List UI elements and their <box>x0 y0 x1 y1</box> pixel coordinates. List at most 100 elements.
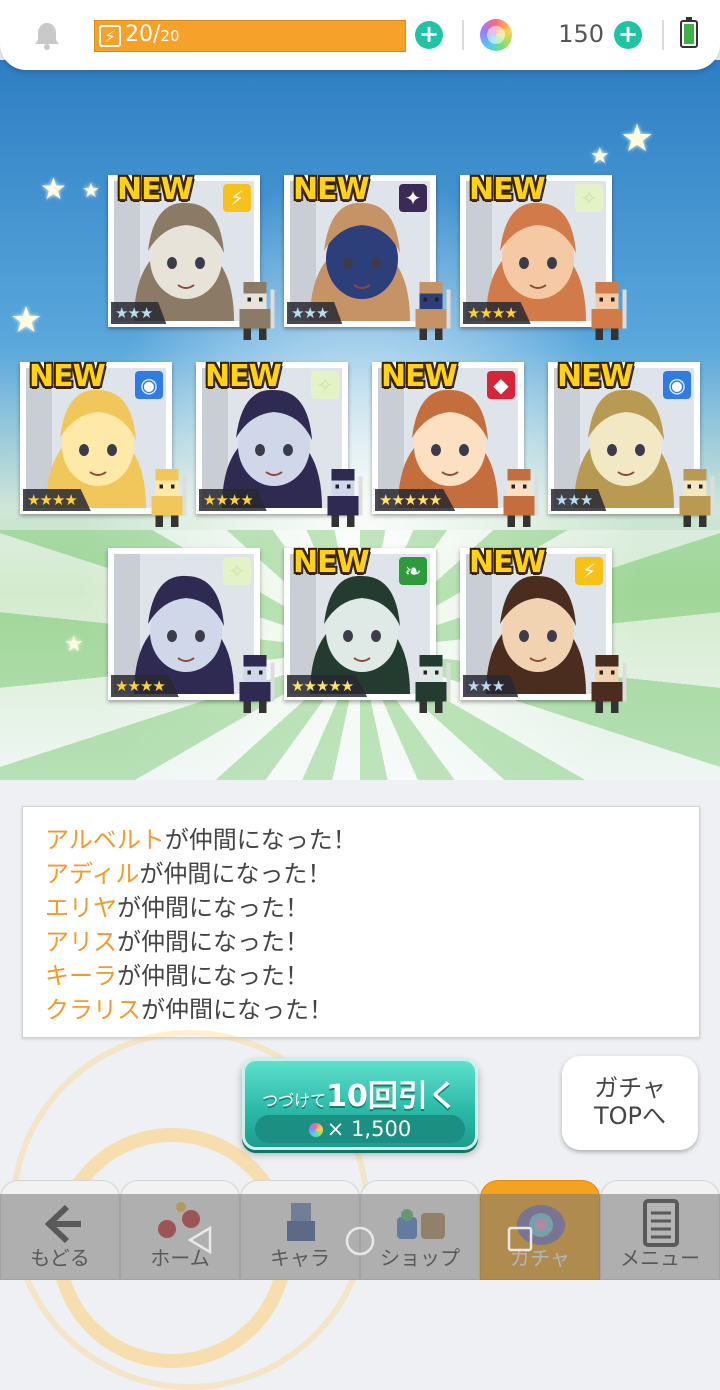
system-home-icon[interactable] <box>344 1225 376 1257</box>
gacha-result-stage: ★ ★ ★ ★ ★ ★ ⚡ ★★★ NEW ✦ ★★★ NEW ✧ ★★★★ N… <box>0 60 720 780</box>
result-message-box: アルベルトが仲間になった！ アディルが仲間になった！ エリヤが仲間になった！ アリスが… <box>22 806 700 1038</box>
add-stamina-button[interactable]: + <box>415 21 443 49</box>
pixel-sprite-icon <box>147 469 187 527</box>
message-text: が仲間になった！ <box>117 894 309 922</box>
character-name: エリヤ <box>45 894 117 922</box>
nav-tab-label: メニュー <box>620 1246 700 1270</box>
gacha-top-label-2: TOPへ <box>593 1102 667 1130</box>
rarity-stars: ★★★★ <box>111 675 179 697</box>
message-text: が仲間になった！ <box>117 928 309 956</box>
pull-10-again-button[interactable]: つづけて10回引く × 1,500 <box>242 1058 478 1150</box>
battery-icon <box>680 17 698 48</box>
rarity-stars: ★★★★★ <box>375 489 456 511</box>
attribute-icon: ✧ <box>575 184 603 212</box>
nav-tab-label: キャラ <box>270 1246 330 1270</box>
pixel-sprite-icon <box>411 282 451 340</box>
pixel-sprite-icon <box>323 469 363 527</box>
rarity-stars: ★★★★ <box>463 302 531 324</box>
sparkle-star: ★ <box>590 144 610 169</box>
nav-tab-label: ホーム <box>150 1246 210 1270</box>
nav-tab-back-arrow[interactable]: もどる <box>0 1180 120 1280</box>
nav-tab-shop[interactable]: ショップ <box>360 1180 480 1280</box>
attribute-icon: ⚡ <box>575 557 603 585</box>
attribute-icon: ❧ <box>399 557 427 585</box>
new-badge: NEW <box>205 359 282 394</box>
message-text: が仲間になった！ <box>164 826 357 854</box>
attribute-icon: ⚡ <box>223 184 251 212</box>
pixel-sprite-icon <box>587 282 627 340</box>
pixel-sprite-icon <box>235 282 275 340</box>
pixel-sprite-icon <box>499 469 539 527</box>
system-back-icon[interactable] <box>186 1225 214 1255</box>
recruit-message: キーラが仲間になった！ <box>45 959 689 993</box>
attribute-icon: ◉ <box>663 371 691 399</box>
character-card[interactable]: ◆ ★★★★★ NEW <box>372 359 539 527</box>
sparkle-star: ★ <box>82 178 100 202</box>
sparkle-star: ★ <box>620 116 655 160</box>
pixel-sprite-icon <box>411 655 451 713</box>
character-card[interactable]: ◉ ★★★★ NEW <box>20 359 187 527</box>
sparkle-star: ★ <box>40 172 67 207</box>
attribute-icon: ◆ <box>487 371 515 399</box>
nav-tab-label: ショップ <box>380 1246 460 1270</box>
new-badge: NEW <box>557 359 634 394</box>
attribute-icon: ✦ <box>399 184 427 212</box>
message-list: アルベルトが仲間になった！ アディルが仲間になった！ エリヤが仲間になった！ アリスが… <box>45 823 689 1019</box>
stamina-bar: ⚡ 20/20 <box>94 20 406 52</box>
message-text: が仲間になった！ <box>139 860 332 888</box>
rainbow-gem-icon <box>308 1123 323 1137</box>
nav-tab-home[interactable]: ホーム <box>120 1180 240 1280</box>
character-card[interactable]: ⚡ ★★★ NEW <box>108 172 275 340</box>
pixel-sprite-icon <box>587 655 627 713</box>
new-badge: NEW <box>293 545 370 580</box>
recruit-message: クラリスが仲間になった！ <box>45 993 689 1019</box>
attribute-icon: ◉ <box>135 371 163 399</box>
system-recents-icon[interactable] <box>506 1225 534 1253</box>
character-card[interactable]: ✧ ★★★★ <box>108 548 275 713</box>
gacha-top-button[interactable]: ガチャ TOPへ <box>562 1056 698 1150</box>
new-badge: NEW <box>29 359 106 394</box>
character-card[interactable]: ❧ ★★★★★ NEW <box>284 545 451 713</box>
new-badge: NEW <box>117 172 194 207</box>
attribute-icon: ✧ <box>223 557 251 585</box>
nav-tab-label: ガチャ <box>510 1246 570 1270</box>
new-badge: NEW <box>381 359 458 394</box>
nav-tab-label: もどる <box>30 1246 90 1270</box>
pixel-sprite-icon <box>235 655 275 713</box>
stamina-value: 20/20 <box>125 22 180 47</box>
message-text: が仲間になった！ <box>117 962 309 990</box>
bell-icon[interactable] <box>30 20 64 52</box>
rarity-stars: ★★★★★ <box>287 675 368 697</box>
nav-tab-gacha[interactable]: ガチャ <box>480 1180 600 1280</box>
rarity-stars: ★★★ <box>111 302 167 324</box>
gacha-top-label-1: ガチャ <box>594 1074 666 1102</box>
character-card[interactable]: ✦ ★★★ NEW <box>284 172 451 340</box>
divider <box>662 20 664 50</box>
character-card[interactable]: ✧ ★★★★ NEW <box>460 172 627 340</box>
nav-tab-character[interactable]: キャラ <box>240 1180 360 1280</box>
gem-count: 150 <box>558 20 604 48</box>
rainbow-gem-icon <box>480 19 512 51</box>
rarity-stars: ★★★★ <box>23 489 91 511</box>
message-text: が仲間になった！ <box>141 996 333 1019</box>
pull-button-label: つづけて10回引く <box>262 1079 458 1114</box>
character-card[interactable]: ✧ ★★★★ NEW <box>196 359 363 527</box>
new-badge: NEW <box>469 545 546 580</box>
character-name: アリス <box>45 928 117 956</box>
rarity-stars: ★★★ <box>463 675 519 697</box>
recruit-message: アディルが仲間になった！ <box>45 857 689 891</box>
attribute-icon: ✧ <box>311 371 339 399</box>
character-card[interactable]: ◉ ★★★ NEW <box>548 359 715 527</box>
pixel-sprite-icon <box>675 469 715 527</box>
recruit-message: アリスが仲間になった！ <box>45 925 689 959</box>
character-card[interactable]: ⚡ ★★★ NEW <box>460 545 627 713</box>
divider <box>462 20 464 50</box>
add-gems-button[interactable]: + <box>614 21 642 49</box>
rarity-stars: ★★★★ <box>199 489 267 511</box>
sparkle-star: ★ <box>64 632 84 657</box>
nav-tab-menu[interactable]: メニュー <box>600 1180 720 1280</box>
character-name: キーラ <box>45 962 117 990</box>
rarity-stars: ★★★ <box>551 489 607 511</box>
rarity-stars: ★★★ <box>287 302 343 324</box>
status-bar: ⚡ 20/20 + 150 + <box>0 0 720 70</box>
